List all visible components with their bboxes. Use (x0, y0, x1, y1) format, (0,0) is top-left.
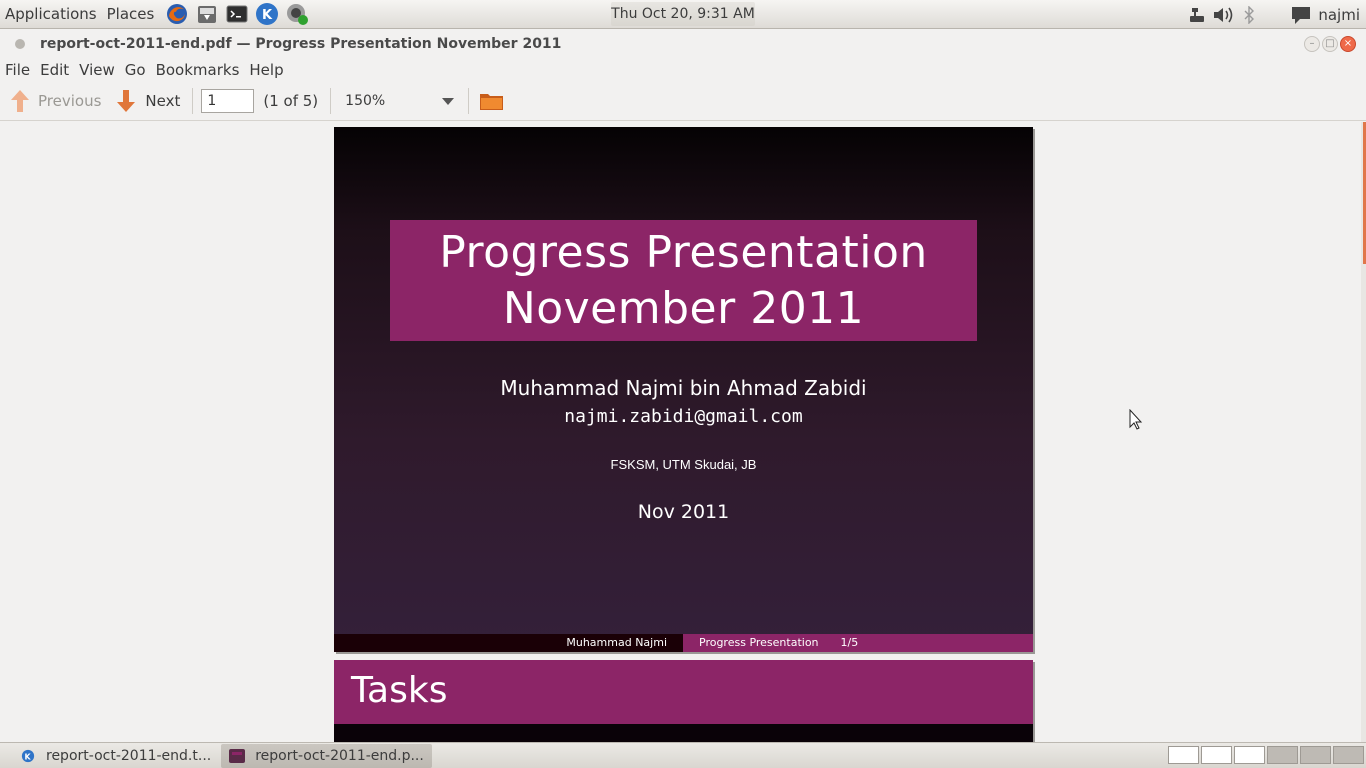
zoom-select[interactable]: 150% (339, 88, 464, 114)
window-menu-icon[interactable] (15, 39, 25, 49)
kde-icon: K (21, 749, 35, 762)
window-title-bar[interactable]: report-oct-2011-end.pdf — Progress Prese… (0, 30, 1366, 58)
system-tray: najmi (1184, 0, 1366, 29)
pdf-page-2: Tasks (334, 660, 1033, 742)
top-panel: Applications Places K Thu Oct 20, 9:31 A… (0, 0, 1366, 29)
folder-icon (480, 94, 504, 110)
minimize-icon[interactable]: – (1304, 36, 1320, 52)
kde-icon[interactable]: K (255, 2, 279, 26)
terminal-icon[interactable] (225, 2, 249, 26)
toolbar-separator (468, 88, 470, 114)
chat-icon[interactable] (1290, 4, 1312, 26)
footer-page: 1/5 (840, 636, 859, 649)
footer-right: Progress Presentation 1/5 (683, 634, 1033, 652)
workspace-4[interactable] (1267, 746, 1298, 764)
slide-title-block: Progress Presentation November 2011 (390, 220, 977, 341)
slide-footer: Muhammad Najmi Progress Presentation 1/5 (334, 634, 1033, 652)
open-folder-button[interactable] (479, 86, 505, 116)
slide-title-line-1: Progress Presentation (439, 226, 928, 278)
slide-heading: Tasks (351, 670, 448, 711)
menu-help[interactable]: Help (244, 61, 288, 79)
user-name[interactable]: najmi (1314, 6, 1366, 24)
slide-institute: FSKSM, UTM Skudai, JB (610, 457, 757, 472)
next-label: Next (145, 92, 181, 110)
chevron-down-icon[interactable] (442, 97, 455, 105)
slide-heading-bar: Tasks (334, 660, 1033, 724)
page-number-input[interactable] (201, 89, 255, 113)
toolbar: Previous Next (1 of 5) 150% (0, 82, 1366, 121)
footer-author: Muhammad Najmi (334, 634, 683, 652)
applications-menu[interactable]: Applications (0, 0, 102, 29)
mouse-cursor-icon (1129, 409, 1143, 430)
webcam-icon[interactable] (285, 2, 309, 26)
workspace-1[interactable] (1168, 746, 1199, 764)
vertical-scrollbar[interactable] (1361, 122, 1366, 742)
workspace-5[interactable] (1300, 746, 1331, 764)
menu-bookmarks[interactable]: Bookmarks (151, 61, 245, 79)
workspace-switcher (1166, 746, 1364, 764)
maximize-icon[interactable]: □ (1322, 36, 1338, 52)
slide-email: najmi.zabidi@gmail.com (564, 406, 803, 427)
slide-date: Nov 2011 (637, 501, 730, 523)
menu-view[interactable]: View (74, 61, 120, 79)
taskbar-item[interactable]: K report-oct-2011-end.t... (12, 744, 219, 768)
zoom-value: 150% (345, 93, 386, 109)
volume-icon[interactable] (1212, 4, 1234, 26)
network-icon[interactable] (1186, 4, 1208, 26)
document-viewer-icon (229, 748, 246, 763)
page-count: (1 of 5) (263, 92, 319, 110)
taskbar-item-active[interactable]: report-oct-2011-end.p... (221, 743, 432, 768)
workspace-6[interactable] (1333, 746, 1364, 764)
arrow-down-icon (117, 90, 136, 112)
close-icon[interactable]: × (1340, 36, 1356, 52)
pdf-page-1: Progress Presentation November 2011 Muha… (334, 127, 1033, 652)
bottom-panel: K report-oct-2011-end.t... report-oct-20… (0, 742, 1366, 768)
toolbar-separator (330, 88, 332, 114)
next-button[interactable]: Next (115, 86, 180, 116)
svg-text:K: K (25, 752, 32, 761)
workspace-3[interactable] (1234, 746, 1265, 764)
arrow-up-icon (11, 90, 29, 112)
menu-file[interactable]: File (0, 61, 35, 79)
taskbar-item-label: report-oct-2011-end.t... (46, 747, 212, 764)
clock[interactable]: Thu Oct 20, 9:31 AM (611, 2, 755, 26)
menu-go[interactable]: Go (120, 61, 151, 79)
footer-title: Progress Presentation (699, 636, 819, 649)
svg-text:K: K (262, 8, 273, 23)
window-controls: – □ × (1302, 36, 1356, 52)
menubar: File Edit View Go Bookmarks Help (0, 58, 1366, 82)
taskbar-item-label: report-oct-2011-end.p... (255, 747, 424, 764)
workspace-2[interactable] (1201, 746, 1232, 764)
slide-author: Muhammad Najmi bin Ahmad Zabidi (500, 376, 867, 400)
toolbar-separator (192, 88, 194, 114)
download-manager-icon[interactable] (195, 2, 219, 26)
menu-edit[interactable]: Edit (35, 61, 74, 79)
places-menu[interactable]: Places (102, 0, 160, 29)
firefox-icon[interactable] (165, 2, 189, 26)
document-view[interactable]: Progress Presentation November 2011 Muha… (0, 122, 1366, 742)
slide-title-line-2: November 2011 (502, 282, 865, 334)
bluetooth-icon[interactable] (1238, 4, 1260, 26)
previous-button[interactable]: Previous (9, 86, 101, 116)
previous-label: Previous (38, 92, 102, 110)
window-title: report-oct-2011-end.pdf — Progress Prese… (40, 36, 562, 52)
